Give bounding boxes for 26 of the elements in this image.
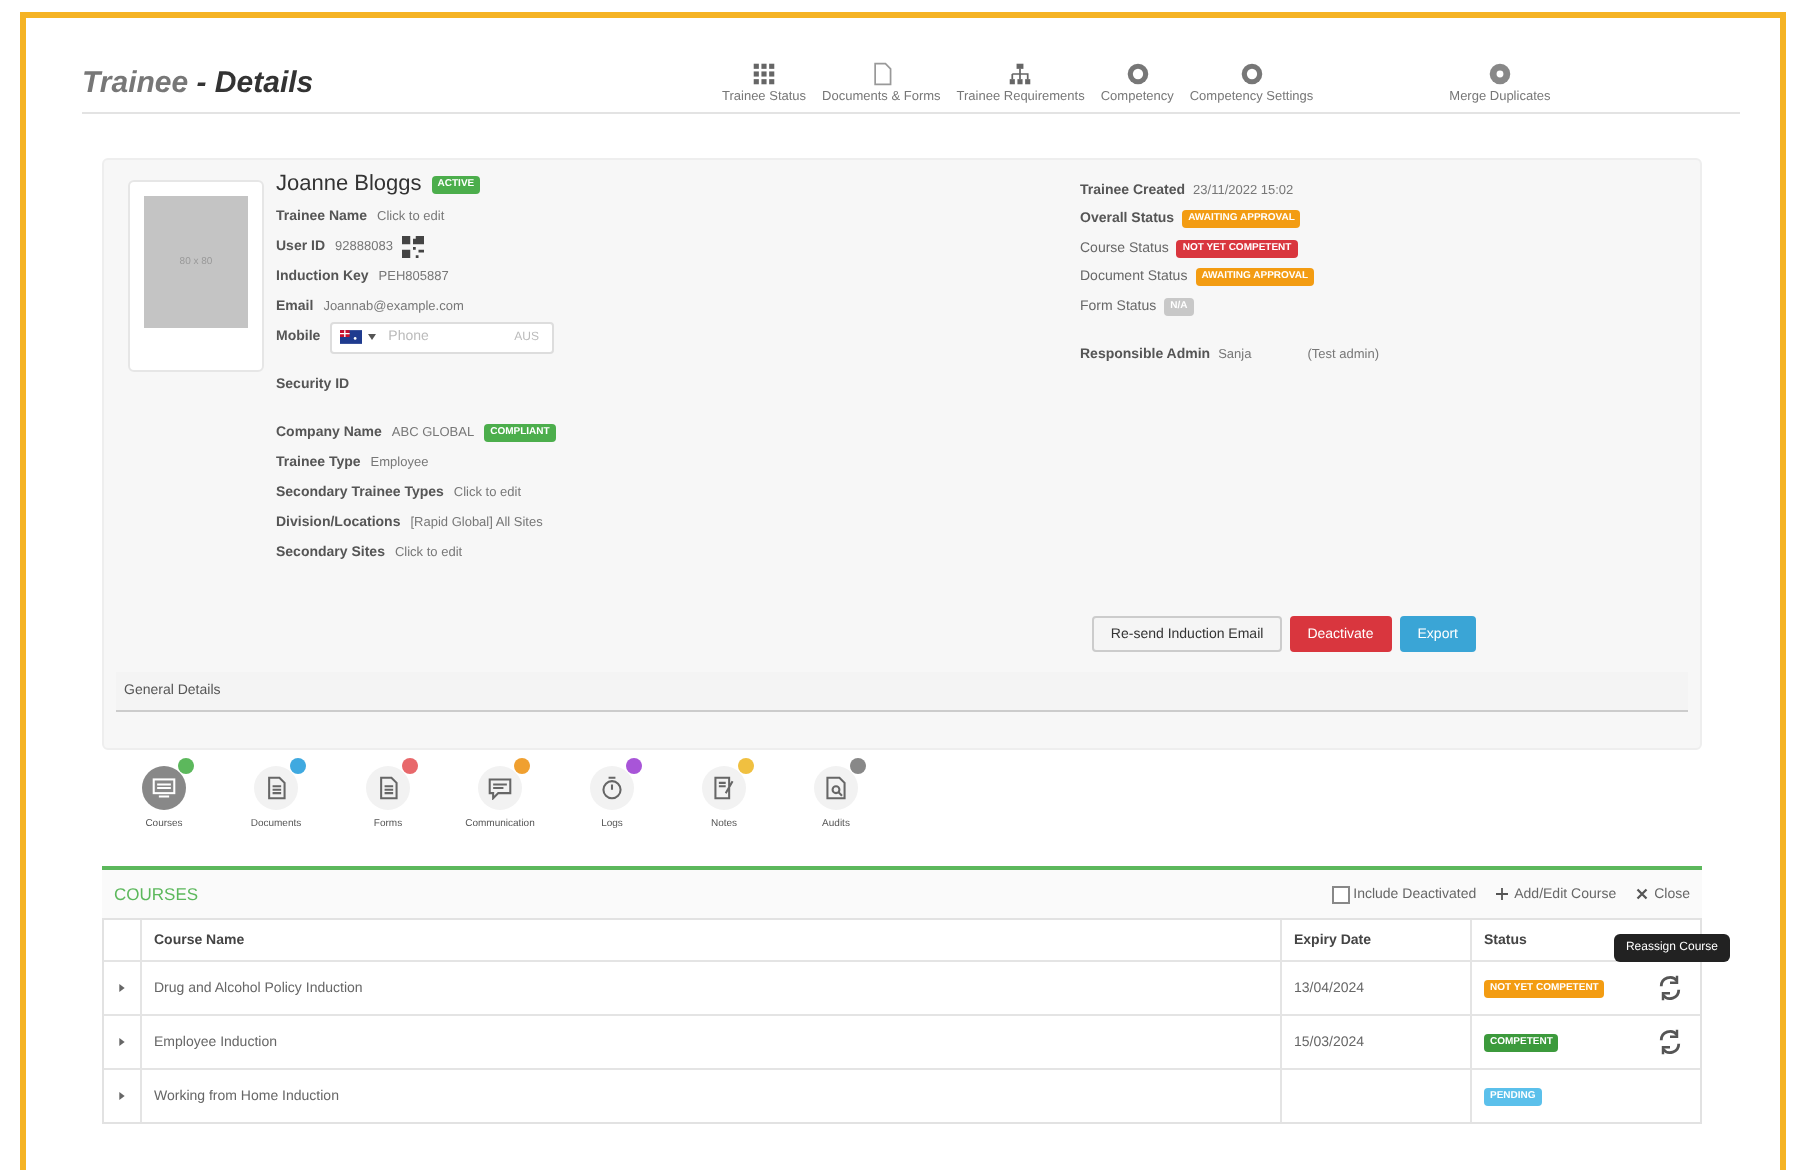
- monitor-icon: [152, 776, 176, 800]
- reassign-icon[interactable]: [1656, 974, 1684, 1002]
- panel-title: COURSES: [114, 884, 199, 904]
- flag-icon[interactable]: [340, 330, 363, 344]
- reassign-icon[interactable]: [1656, 1028, 1684, 1056]
- circle-icon: [1487, 62, 1512, 86]
- document-icon: [869, 62, 894, 86]
- expand-icon[interactable]: [118, 984, 126, 992]
- note-icon: [712, 776, 736, 800]
- trainee-name: Joanne Bloggs: [276, 172, 422, 196]
- caret-icon: [368, 334, 377, 340]
- expand-icon[interactable]: [118, 1092, 126, 1100]
- page-title: Trainee - Details: [82, 66, 316, 104]
- expand-icon[interactable]: [118, 1038, 126, 1046]
- document-icon: [376, 776, 400, 800]
- circle-icon: [1125, 62, 1150, 86]
- document-icon: [264, 776, 288, 800]
- hierarchy-icon: [1008, 62, 1033, 86]
- document-search-icon: [824, 776, 848, 800]
- qr-code-icon[interactable]: [402, 236, 425, 258]
- grid-icon: [752, 62, 777, 86]
- chat-icon: [488, 776, 512, 800]
- circle-icon: [1239, 62, 1264, 86]
- stopwatch-icon: [600, 776, 624, 800]
- plus-icon: [1496, 888, 1509, 900]
- close-icon: [1636, 888, 1649, 900]
